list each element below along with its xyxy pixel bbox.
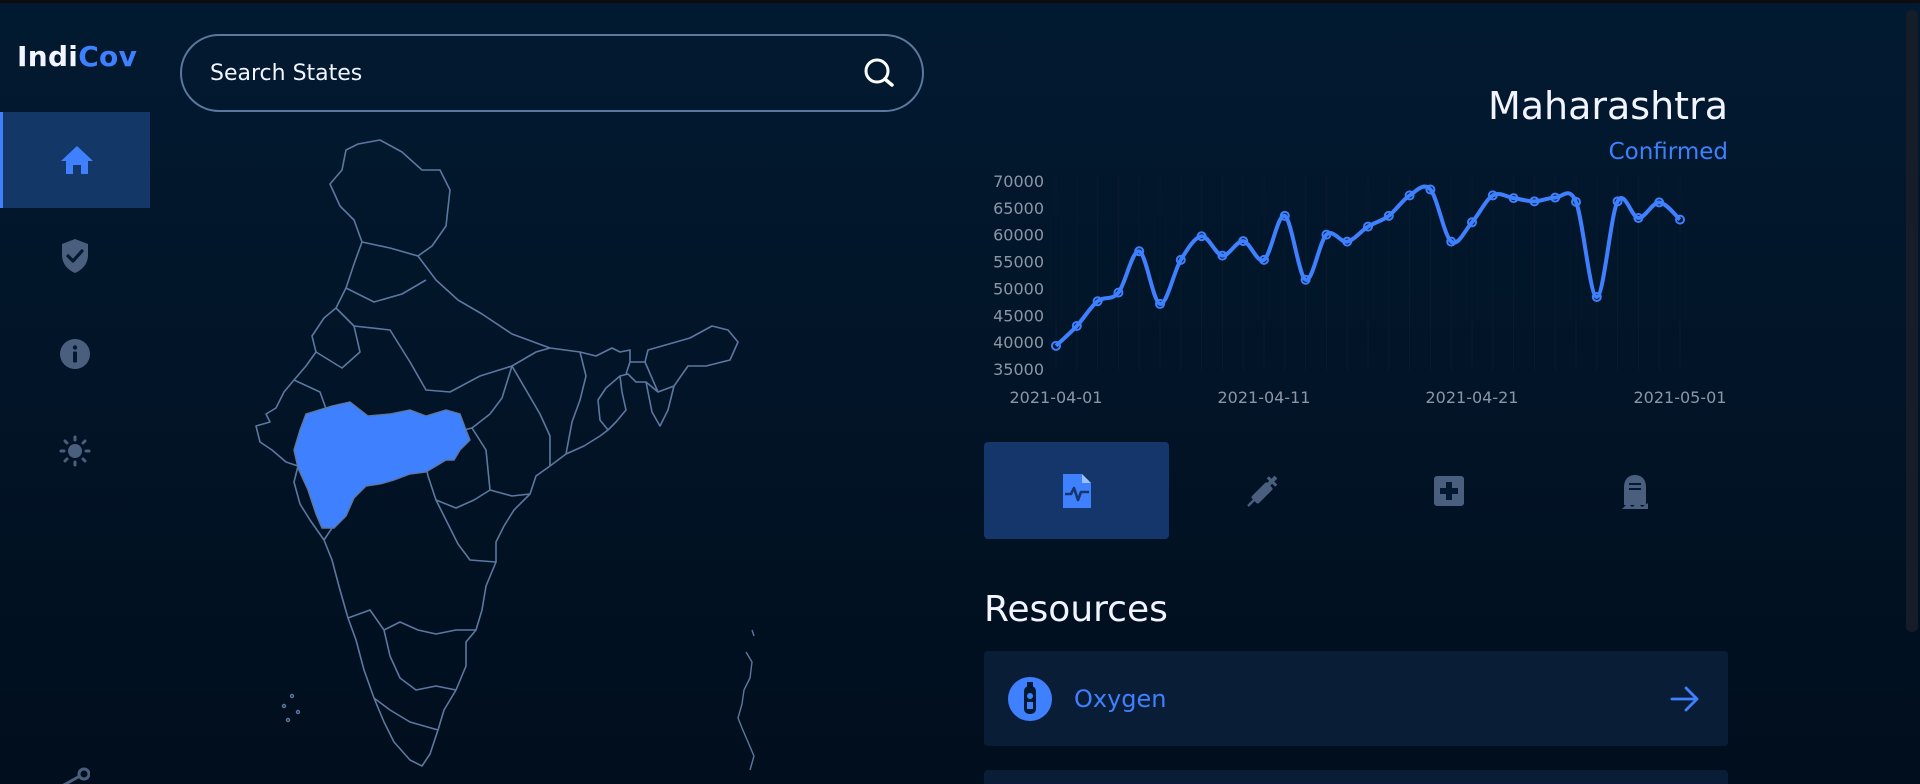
logo-text-cov: Cov xyxy=(78,40,138,73)
y-tick-label: 45000 xyxy=(993,306,1044,325)
sidebar: IndiCov xyxy=(0,0,150,784)
logo-text-indi: Indi xyxy=(17,40,79,73)
x-tick-label: 2021-05-01 xyxy=(1634,388,1727,407)
tab-vaccination[interactable] xyxy=(1170,442,1355,539)
tab-deaths[interactable] xyxy=(1542,442,1727,539)
sidebar-item-home[interactable] xyxy=(0,112,150,208)
state-title: Maharashtra xyxy=(1487,84,1728,128)
medical-kit-icon xyxy=(1433,475,1464,506)
resources-heading: Resources xyxy=(984,589,1168,630)
y-tick-label: 35000 xyxy=(993,360,1044,379)
search-input[interactable] xyxy=(210,60,862,86)
x-tick-label: 2021-04-21 xyxy=(1426,388,1519,407)
syringe-icon xyxy=(1246,475,1277,507)
cases-line-chart[interactable]: 70000 65000 60000 55000 50000 45000 40000 35000… xyxy=(980,170,1740,410)
state-metric-label: Confirmed xyxy=(1608,139,1728,165)
resource-label: Oxygen xyxy=(1074,684,1167,713)
y-tick-label: 60000 xyxy=(993,226,1044,245)
app-root: IndiCov Search States Maharashtra Confir… xyxy=(0,0,1920,784)
search-icon[interactable] xyxy=(862,56,896,90)
medical-report-icon xyxy=(1062,473,1091,508)
map-state-maharashtra xyxy=(293,401,471,529)
sidebar-item-theme[interactable] xyxy=(0,403,150,499)
page-scrollbar[interactable] xyxy=(1906,10,1918,632)
y-tick-label: 50000 xyxy=(993,279,1044,298)
resource-item-oxygen[interactable]: Oxygen xyxy=(984,651,1728,746)
oxygen-cylinder-icon xyxy=(1008,676,1052,721)
y-tick-label: 40000 xyxy=(993,333,1044,352)
info-icon xyxy=(60,339,90,369)
x-tick-label: 2021-04-11 xyxy=(1218,388,1311,407)
share-icon xyxy=(62,767,91,784)
search-bar[interactable] xyxy=(180,34,924,112)
x-tick-label: 2021-04-01 xyxy=(1010,388,1103,407)
top-border xyxy=(0,0,1920,3)
tombstone-icon xyxy=(1621,474,1648,509)
sidebar-item-info[interactable] xyxy=(0,306,150,402)
resource-item-next[interactable] xyxy=(984,770,1728,784)
y-tick-label: 70000 xyxy=(993,172,1044,191)
y-tick-label: 55000 xyxy=(993,253,1044,272)
tab-hospitals[interactable] xyxy=(1356,442,1541,539)
india-map[interactable] xyxy=(250,130,850,784)
y-tick-label: 65000 xyxy=(993,199,1044,218)
tab-cases[interactable] xyxy=(984,442,1169,539)
app-logo[interactable]: IndiCov xyxy=(17,40,137,73)
home-icon xyxy=(60,146,93,174)
arrow-right-icon[interactable] xyxy=(1670,686,1700,712)
sun-icon xyxy=(59,435,91,467)
sidebar-item-vaccine[interactable] xyxy=(0,208,150,304)
sidebar-item-share[interactable] xyxy=(58,764,91,784)
shield-check-icon xyxy=(62,239,88,273)
